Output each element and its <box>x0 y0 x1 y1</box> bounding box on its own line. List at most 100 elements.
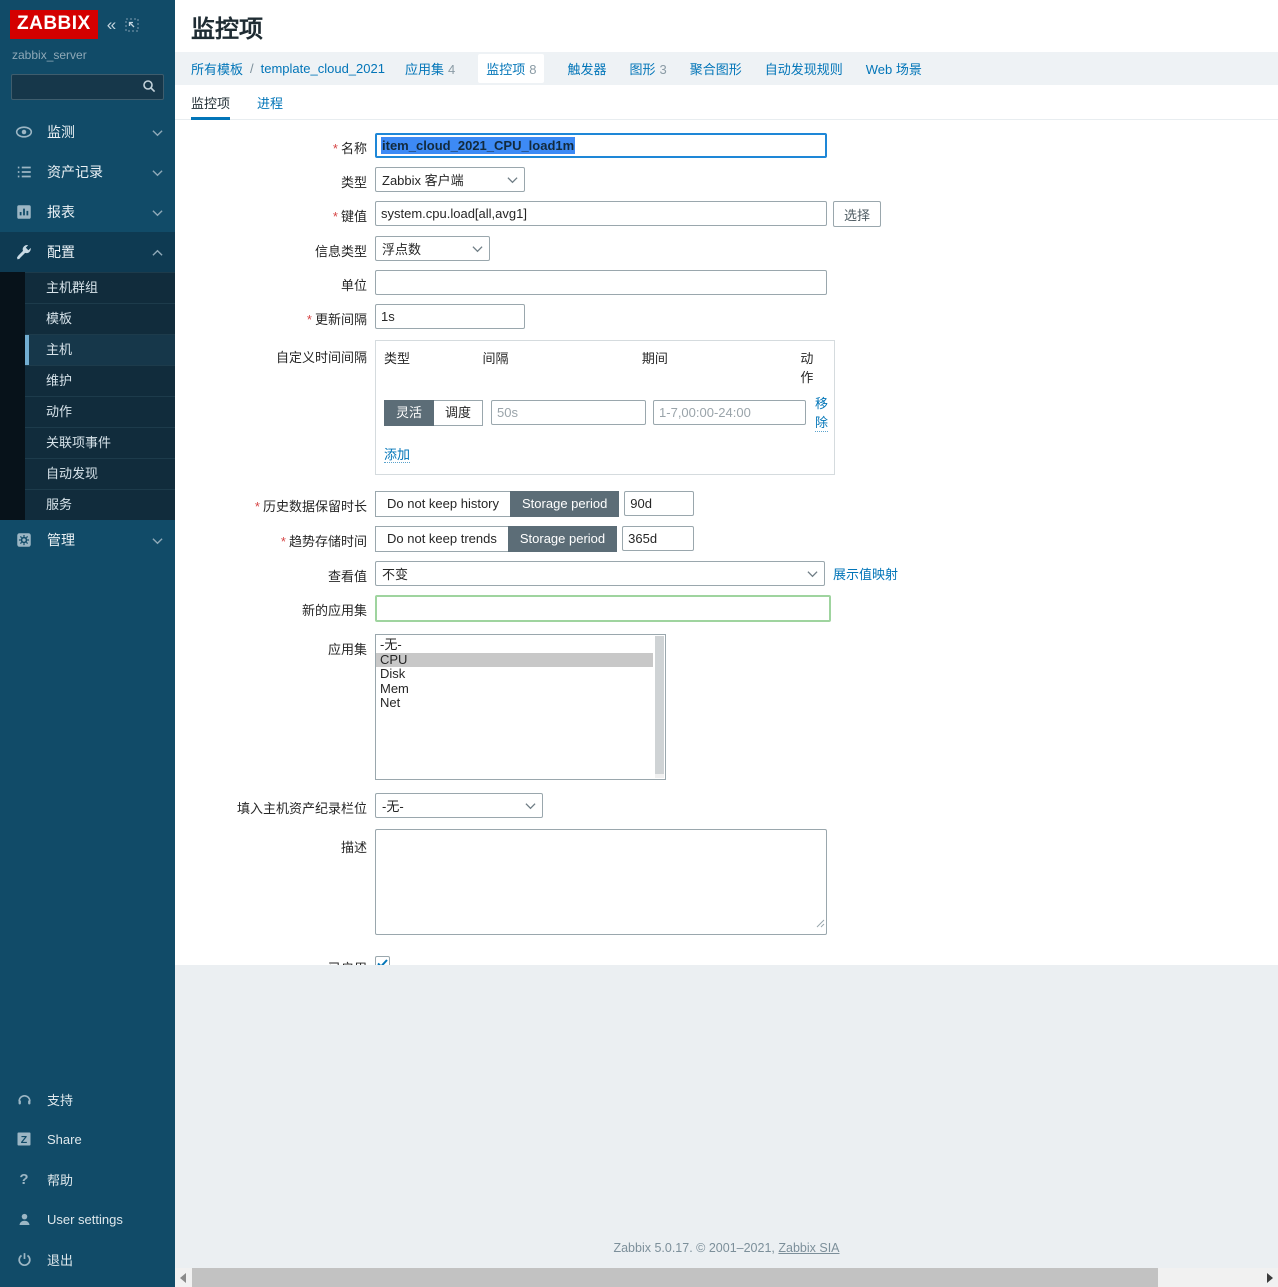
nav-graphs[interactable]: 图形3 <box>629 59 666 78</box>
sidebar-item-services[interactable]: 服务 <box>25 489 175 520</box>
page-title: 监控项 <box>191 9 263 44</box>
listbox-scrollbar[interactable] <box>655 636 664 778</box>
history-mode-segmented: Do not keep history Storage period <box>375 491 619 517</box>
sidebar-item-hosts[interactable]: 主机 <box>25 334 175 365</box>
scrollbar-thumb[interactable] <box>192 1268 1158 1287</box>
user-icon <box>14 1211 34 1228</box>
server-name: zabbix_server <box>0 43 175 68</box>
trends-storage-button[interactable]: Storage period <box>508 526 617 552</box>
selected-text: item_cloud_2021_CPU_load1m <box>381 137 575 154</box>
svg-text:Z: Z <box>21 1134 28 1146</box>
form-tabs: 监控项 进程 <box>175 85 1278 120</box>
key-select-button[interactable]: 选择 <box>833 201 881 227</box>
interval-period-input[interactable] <box>653 400 806 425</box>
sidebar-item-host-groups[interactable]: 主机群组 <box>25 272 175 303</box>
new-application-input[interactable] <box>375 595 831 622</box>
horizontal-scrollbar[interactable] <box>175 1268 1278 1287</box>
wrench-icon <box>14 243 34 261</box>
chevron-down-icon <box>152 532 163 548</box>
sidebar-item-discovery[interactable]: 自动发现 <box>25 458 175 489</box>
sidebar-item-administration[interactable]: 管理 <box>0 520 175 560</box>
share-z-icon: Z <box>14 1131 34 1147</box>
sidebar-item-user-settings[interactable]: User settings <box>0 1199 175 1239</box>
collapse-sidebar-icon[interactable]: « <box>107 16 116 33</box>
chevron-down-icon <box>507 176 518 184</box>
interval-delay-input[interactable] <box>491 400 646 425</box>
tab-item[interactable]: 监控项 <box>191 85 230 119</box>
enabled-checkbox[interactable] <box>375 956 390 965</box>
nav-items[interactable]: 监控项8 <box>478 54 544 83</box>
breadcrumb-template-name[interactable]: template_cloud_2021 <box>261 61 385 76</box>
sidebar-item-event-correlation[interactable]: 关联项事件 <box>25 427 175 458</box>
headset-icon <box>14 1091 34 1108</box>
trends-off-button[interactable]: Do not keep trends <box>375 526 509 552</box>
gear-icon <box>14 531 34 549</box>
scroll-right-arrow[interactable] <box>1262 1268 1278 1287</box>
application-option[interactable]: Net <box>376 696 653 711</box>
sidebar-item-configuration[interactable]: 配置 <box>0 232 175 272</box>
update-interval-input[interactable] <box>375 304 525 329</box>
nav-triggers[interactable]: 触发器 <box>567 59 606 78</box>
sidebar-item-templates[interactable]: 模板 <box>25 303 175 334</box>
history-period-input[interactable] <box>624 491 694 516</box>
value-type-select[interactable]: 浮点数 <box>375 236 490 261</box>
logo-row: ZABBIX « <box>0 0 175 43</box>
flexible-button[interactable]: 灵活 <box>384 400 434 426</box>
units-input[interactable] <box>375 270 827 295</box>
type-select[interactable]: Zabbix 客户端 <box>375 167 525 192</box>
applications-listbox[interactable]: -无- CPU Disk Mem Net <box>375 634 666 780</box>
interval-type-segmented: 灵活 调度 <box>384 400 483 426</box>
chevron-down-icon <box>472 245 483 253</box>
inventory-field-select[interactable]: -无- <box>375 793 543 818</box>
list-icon <box>14 163 34 181</box>
power-icon <box>14 1251 34 1268</box>
sidebar-item-logout[interactable]: 退出 <box>0 1239 175 1279</box>
chevron-down-icon <box>525 802 536 810</box>
sidebar: ZABBIX « zabbix_server 监测 资产记录 报表 <box>0 0 175 1287</box>
remove-interval-link[interactable]: 移除 <box>815 393 828 432</box>
nav-applications[interactable]: 应用集4 <box>405 59 455 78</box>
sidebar-item-support[interactable]: 支持 <box>0 1079 175 1119</box>
tab-preprocessing[interactable]: 进程 <box>257 85 283 119</box>
sidebar-item-maintenance[interactable]: 维护 <box>25 365 175 396</box>
main-content: 监控项 所有模板 / template_cloud_2021 应用集4 监控项8… <box>175 0 1278 1287</box>
sidebar-item-actions[interactable]: 动作 <box>25 396 175 427</box>
chevron-down-icon <box>152 204 163 220</box>
sidebar-item-monitoring[interactable]: 监测 <box>0 112 175 152</box>
history-storage-button[interactable]: Storage period <box>510 491 619 517</box>
zabbix-logo[interactable]: ZABBIX <box>10 10 98 39</box>
expand-sidebar-icon[interactable] <box>125 18 139 32</box>
chevron-up-icon <box>152 244 163 260</box>
application-option[interactable]: Mem <box>376 682 653 697</box>
sidebar-item-inventory[interactable]: 资产记录 <box>0 152 175 192</box>
sidebar-item-help[interactable]: ? 帮助 <box>0 1159 175 1199</box>
sidebar-item-share[interactable]: Z Share <box>0 1119 175 1159</box>
application-option-selected[interactable]: CPU <box>376 653 653 668</box>
scheduling-button[interactable]: 调度 <box>433 400 483 426</box>
search-input[interactable] <box>11 74 164 100</box>
show-value-mappings-link[interactable]: 展示值映射 <box>833 564 898 583</box>
zabbix-sia-link[interactable]: Zabbix SIA <box>778 1241 839 1255</box>
breadcrumb: 所有模板 / template_cloud_2021 应用集4 监控项8 触发器… <box>175 52 1278 85</box>
application-option[interactable]: -无- <box>376 638 653 653</box>
breadcrumb-all-templates[interactable]: 所有模板 <box>191 59 243 78</box>
trends-mode-segmented: Do not keep trends Storage period <box>375 526 617 552</box>
show-value-select[interactable]: 不变 <box>375 561 825 586</box>
sidebar-item-reports[interactable]: 报表 <box>0 192 175 232</box>
entity-nav: 应用集4 监控项8 触发器 图形3 聚合图形 自动发现规则 Web 场景 <box>405 54 922 83</box>
nav-screens[interactable]: 聚合图形 <box>690 59 742 78</box>
nav-discovery-rules[interactable]: 自动发现规则 <box>765 59 843 78</box>
nav-web-scenarios[interactable]: Web 场景 <box>866 59 922 78</box>
chevron-down-icon <box>807 570 818 578</box>
scroll-left-arrow[interactable] <box>175 1268 191 1287</box>
application-option[interactable]: Disk <box>376 667 653 682</box>
history-off-button[interactable]: Do not keep history <box>375 491 511 517</box>
item-form: *名称 item_cloud_2021_CPU_load1m 类型 Zabbix… <box>175 120 1278 965</box>
name-input[interactable]: item_cloud_2021_CPU_load1m <box>375 133 827 158</box>
key-input[interactable] <box>375 201 827 226</box>
description-textarea[interactable] <box>375 829 827 935</box>
trends-period-input[interactable] <box>622 526 694 551</box>
question-icon: ? <box>14 1171 34 1188</box>
add-interval-link[interactable]: 添加 <box>384 447 410 463</box>
search-icon <box>141 78 157 97</box>
